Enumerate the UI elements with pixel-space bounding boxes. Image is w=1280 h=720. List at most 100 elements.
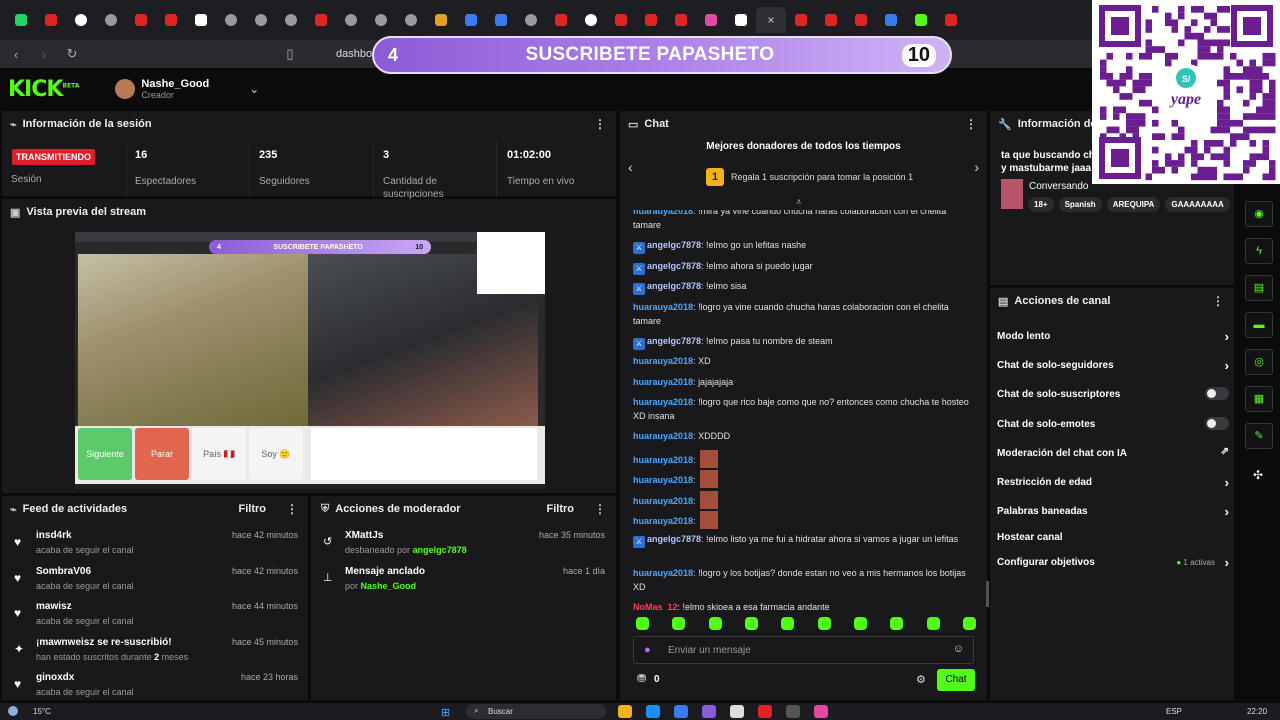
browser-tab[interactable]: [396, 7, 426, 33]
tag[interactable]: AREQUIPA: [1106, 197, 1161, 212]
browser-tab[interactable]: [126, 7, 156, 33]
feed-item[interactable]: ♥ mawisz acaba de seguir el canal hace 4…: [2, 599, 304, 635]
bookmark-icon[interactable]: ▯: [282, 46, 298, 62]
browser-tab[interactable]: [216, 7, 246, 33]
chat-username[interactable]: angelgc7878: [647, 336, 701, 346]
browser-tab[interactable]: [36, 7, 66, 33]
more-options-icon[interactable]: ⋮: [1212, 294, 1224, 308]
taskbar-app-icon[interactable]: [646, 705, 660, 718]
chat-message[interactable]: huarauya2018: XDDDD: [633, 429, 973, 443]
chat-send-button[interactable]: Chat: [937, 669, 975, 691]
taskbar-app-icon[interactable]: [618, 705, 632, 718]
moderator-action-item[interactable]: ⊥ Mensaje anclado por Nashe_Good hace 1 …: [311, 564, 611, 600]
browser-tab[interactable]: [876, 7, 906, 33]
browser-tab[interactable]: [696, 7, 726, 33]
emote-icon[interactable]: [781, 617, 795, 630]
language-indicator[interactable]: ESP: [1166, 707, 1182, 716]
reload-icon[interactable]: ↻: [64, 46, 80, 62]
chat-message[interactable]: huarauya2018:: [633, 511, 973, 529]
chat-username[interactable]: huarauya2018: [633, 302, 693, 312]
browser-tab[interactable]: [246, 7, 276, 33]
chat-message[interactable]: huarauya2018: XD: [633, 354, 973, 368]
channel-action-item[interactable]: Hostear canal: [997, 532, 1229, 543]
chat-scrollbar[interactable]: [986, 581, 989, 607]
lightning-icon[interactable]: ϟ: [1245, 238, 1273, 264]
taskbar-app-icon[interactable]: [674, 705, 688, 718]
browser-tab[interactable]: [96, 7, 126, 33]
channel-action-item[interactable]: Restricción de edad ›: [997, 475, 1229, 490]
moderator-filter-button[interactable]: Filtro: [547, 503, 575, 515]
browser-tab[interactable]: [456, 7, 486, 33]
browser-tab[interactable]: [936, 7, 966, 33]
browser-tab[interactable]: [816, 7, 846, 33]
browser-tab[interactable]: [6, 7, 36, 33]
taskbar-app-icon[interactable]: [786, 705, 800, 718]
external-link-icon[interactable]: ⇗: [1221, 446, 1229, 457]
toggle-switch[interactable]: [1205, 387, 1229, 400]
emote-icon[interactable]: [962, 617, 976, 630]
chat-message[interactable]: ⚔ angelgc7878: !elmo sisa: [633, 279, 973, 295]
channel-action-item[interactable]: Configurar objetivos ● 1 activas ›: [997, 555, 1229, 570]
stream-preview-video[interactable]: 4 SUSCRIBETE PAPASHETO 10 Siguiente Parar Pa…: [75, 232, 545, 489]
windows-start-icon[interactable]: ⊞: [441, 706, 450, 719]
forward-icon[interactable]: ›: [36, 47, 52, 62]
channel-action-item[interactable]: Palabras baneadas ›: [997, 504, 1229, 519]
browser-tab[interactable]: [636, 7, 666, 33]
browser-tab[interactable]: [516, 7, 546, 33]
chat-message[interactable]: ⚔ angelgc7878: !elmo listo ya me fui a hi…: [633, 532, 973, 548]
chat-username[interactable]: huarauya2018: [633, 210, 693, 216]
chat-message[interactable]: huarauya2018: !logro ya vine cuando chuc…: [633, 300, 973, 328]
prev-arrow-icon[interactable]: ‹: [628, 159, 633, 175]
emote-icon[interactable]: [672, 617, 686, 630]
browser-tab[interactable]: [576, 7, 606, 33]
add-icon[interactable]: ✣: [1253, 468, 1263, 482]
chat-username[interactable]: huarauya2018: [633, 455, 693, 465]
feed-item[interactable]: ♥ SombraV06 acaba de seguir el canal hac…: [2, 564, 304, 600]
browser-tab[interactable]: [366, 7, 396, 33]
chat-bubble-icon[interactable]: ▬: [1245, 312, 1273, 338]
emoji-icon[interactable]: ☺: [953, 643, 964, 655]
chevron-right-icon[interactable]: ›: [1225, 555, 1229, 570]
close-icon[interactable]: ×: [767, 13, 774, 27]
browser-tab[interactable]: [306, 7, 336, 33]
browser-tab[interactable]: [486, 7, 516, 33]
chat-message[interactable]: huarauya2018: !logro que rico baje como …: [633, 395, 973, 423]
feed-item[interactable]: ♥ insd4rk acaba de seguir el canal hace …: [2, 528, 304, 564]
chat-username[interactable]: NoMas_12: [633, 602, 678, 611]
browser-tab[interactable]: [666, 7, 696, 33]
chat-username[interactable]: angelgc7878: [647, 261, 701, 271]
feed-filter-button[interactable]: Filtro: [239, 503, 267, 515]
more-options-icon[interactable]: ⋮: [594, 502, 606, 516]
emote-icon[interactable]: [853, 617, 867, 630]
layout-icon[interactable]: ▦: [1245, 386, 1273, 412]
taskbar-app-icon[interactable]: [814, 705, 828, 718]
more-options-icon[interactable]: ⋮: [286, 502, 298, 516]
toggle-switch[interactable]: [1205, 417, 1229, 430]
feed-item[interactable]: ✦ ¡mawnweisz se re-suscribió! han estado…: [2, 635, 304, 671]
user-info[interactable]: Nashe_Good Creador: [141, 78, 209, 100]
browser-tab[interactable]: [546, 7, 576, 33]
chat-message[interactable]: huarauya2018: !mira ya vine cuando chuch…: [633, 210, 973, 232]
chat-input[interactable]: ● Enviar un mensaje ☺: [633, 636, 974, 664]
wrench-icon[interactable]: ✎: [1245, 423, 1273, 449]
channel-action-item[interactable]: Moderación del chat con IA ⇗: [997, 446, 1229, 459]
chat-message[interactable]: huarauya2018: !logro y los botijas? dond…: [633, 566, 973, 594]
chat-username[interactable]: angelgc7878: [647, 534, 701, 544]
browser-tab[interactable]: [426, 7, 456, 33]
browser-tab[interactable]: [786, 7, 816, 33]
chat-message[interactable]: huarauya2018: jajajajaja: [633, 375, 973, 389]
emote-icon[interactable]: [890, 617, 904, 630]
browser-tab-active[interactable]: ×: [756, 7, 786, 33]
browser-tab[interactable]: [606, 7, 636, 33]
browser-tab[interactable]: [66, 7, 96, 33]
document-icon[interactable]: ▤: [1245, 275, 1273, 301]
taskbar-search[interactable]: ⌕ Buscar: [466, 704, 606, 719]
moderator-action-item[interactable]: ↺ XMattJs desbaneado por angelgc7878 hac…: [311, 528, 611, 564]
chat-username[interactable]: huarauya2018: [633, 397, 693, 407]
kick-logo[interactable]: KICKBETA: [8, 77, 79, 102]
chat-username[interactable]: huarauya2018: [633, 516, 693, 526]
tag[interactable]: 18+: [1028, 197, 1054, 212]
more-options-icon[interactable]: ⋮: [965, 117, 977, 131]
tag[interactable]: GAAAAAAAA: [1165, 197, 1230, 212]
taskbar-app-icon[interactable]: [730, 705, 744, 718]
